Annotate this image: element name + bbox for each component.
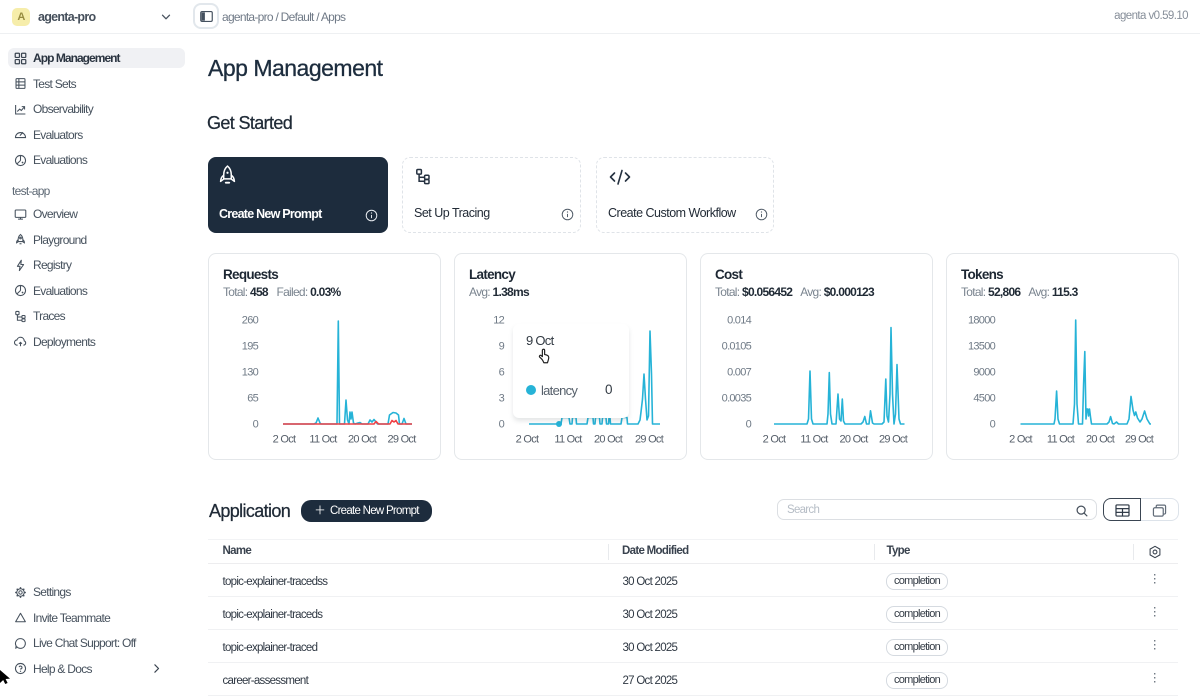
svg-text:2 Oct: 2 Oct: [763, 434, 786, 446]
svg-text:0.0105: 0.0105: [722, 341, 752, 353]
svg-text:260: 260: [242, 315, 259, 327]
svg-text:12: 12: [493, 315, 504, 327]
svg-text:9: 9: [499, 341, 505, 353]
svg-text:2 Oct: 2 Oct: [516, 434, 539, 446]
svg-text:Avg: 1.38ms: Avg: 1.38ms: [469, 285, 530, 299]
svg-text:195: 195: [242, 341, 259, 353]
svg-text:11 Oct: 11 Oct: [554, 434, 582, 446]
svg-text:0.014: 0.014: [727, 315, 752, 327]
svg-text:20 Oct: 20 Oct: [594, 434, 623, 446]
svg-text:0.007: 0.007: [727, 367, 752, 379]
svg-text:29 Oct: 29 Oct: [387, 434, 416, 446]
svg-text:Tokens: Tokens: [961, 267, 1003, 282]
svg-text:0: 0: [746, 419, 752, 431]
svg-text:0.0035: 0.0035: [722, 393, 752, 405]
svg-text:11 Oct: 11 Oct: [1047, 434, 1075, 446]
svg-text:20 Oct: 20 Oct: [1086, 434, 1115, 446]
svg-text:29 Oct: 29 Oct: [879, 434, 908, 446]
svg-text:2 Oct: 2 Oct: [1009, 434, 1032, 446]
svg-text:130: 130: [242, 367, 259, 379]
svg-text:Latency: Latency: [469, 267, 516, 282]
svg-text:13500: 13500: [968, 341, 996, 353]
svg-text:Total: 52,806 Avg: 115.3: Total: 52,806 Avg: 115.3: [961, 285, 1079, 299]
svg-text:Requests: Requests: [223, 267, 278, 282]
svg-text:29 Oct: 29 Oct: [635, 434, 664, 446]
svg-text:6: 6: [499, 367, 505, 379]
svg-text:4500: 4500: [973, 393, 995, 405]
svg-text:11 Oct: 11 Oct: [309, 434, 337, 446]
svg-text:Total: $0.056452 Avg: $0.00012: Total: $0.056452 Avg: $0.000123: [715, 285, 875, 299]
svg-text:3: 3: [499, 393, 505, 405]
svg-text:0: 0: [253, 419, 259, 431]
svg-text:20 Oct: 20 Oct: [348, 434, 377, 446]
svg-text:9000: 9000: [973, 367, 995, 379]
svg-text:18000: 18000: [968, 315, 996, 327]
svg-text:0: 0: [499, 419, 505, 431]
svg-text:Total: 458 Failed: 0.03%: Total: 458 Failed: 0.03%: [223, 285, 342, 299]
svg-text:0: 0: [990, 419, 996, 431]
svg-text:29 Oct: 29 Oct: [1125, 434, 1154, 446]
svg-text:20 Oct: 20 Oct: [839, 434, 868, 446]
svg-text:Cost: Cost: [715, 267, 743, 282]
svg-text:2 Oct: 2 Oct: [273, 434, 296, 446]
svg-text:11 Oct: 11 Oct: [800, 434, 828, 446]
svg-text:65: 65: [247, 393, 258, 405]
